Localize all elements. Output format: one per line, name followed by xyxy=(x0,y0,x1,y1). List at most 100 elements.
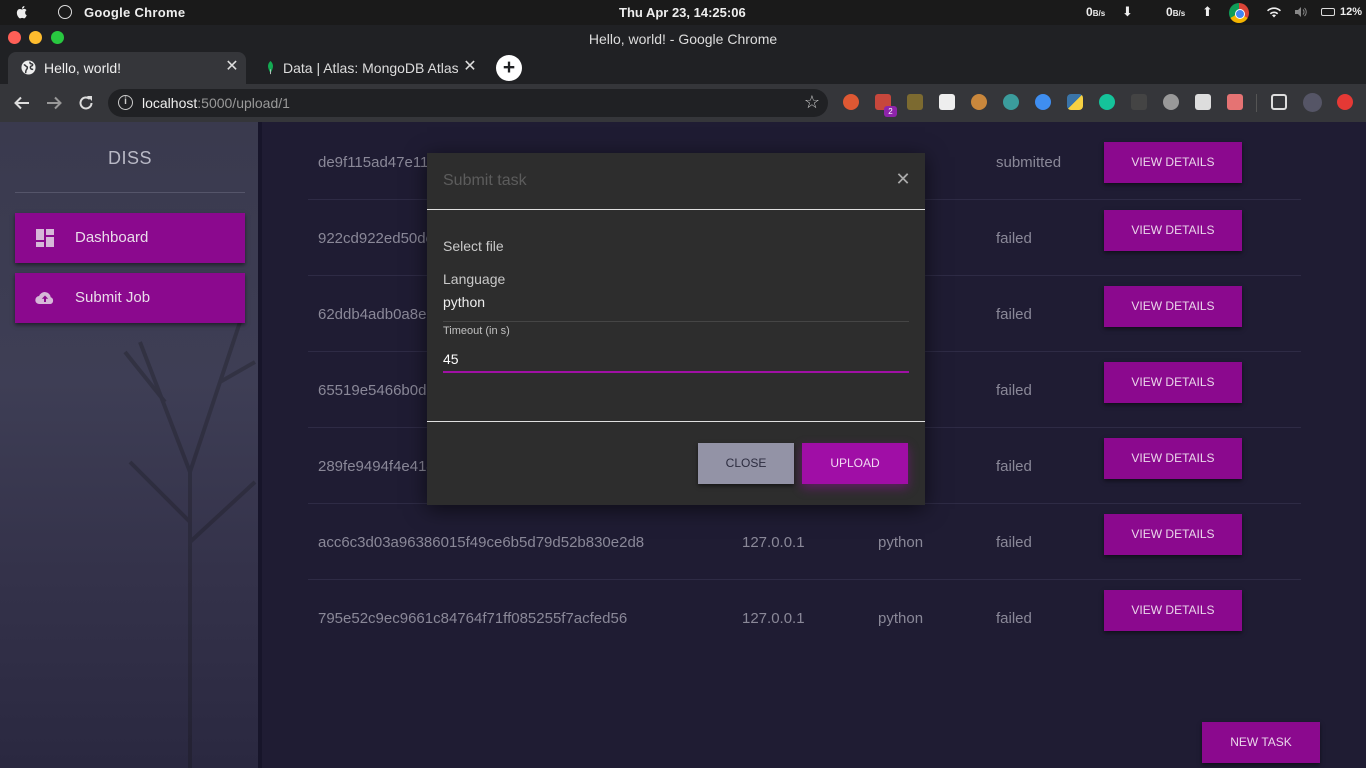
job-ip: 127.0.0.1 xyxy=(742,610,805,627)
tab-hello-world[interactable]: Hello, world! ✕ xyxy=(8,52,246,84)
sidebar-item-submit-job[interactable]: Submit Job xyxy=(15,273,245,323)
menubar-clock[interactable]: Thu Apr 23, 14:25:06 xyxy=(619,5,746,20)
cast-icon[interactable] xyxy=(1271,94,1287,110)
sidebar: DISS Dashboard Submit Job xyxy=(0,122,260,768)
modal-title: Submit task xyxy=(443,172,527,189)
job-status: failed xyxy=(996,610,1032,627)
view-details-button[interactable]: VIEW DETAILS xyxy=(1104,590,1242,631)
timeout-input[interactable] xyxy=(443,351,909,373)
tab-mongodb-atlas[interactable]: Data | Atlas: MongoDB Atlas ✕ xyxy=(250,52,484,84)
active-app-name[interactable]: Google Chrome xyxy=(84,5,185,20)
job-id: de9f115ad47e113 xyxy=(318,154,437,171)
dots-extension-icon[interactable] xyxy=(1163,94,1179,110)
reload-button[interactable] xyxy=(75,92,97,114)
view-details-button[interactable]: VIEW DETAILS xyxy=(1104,438,1242,479)
download-arrow-icon: ⬇ xyxy=(1122,4,1133,19)
language-label: Language xyxy=(443,271,506,287)
battery-percent: 12% xyxy=(1340,6,1363,18)
table-row: acc6c3d03a96386015f49ce6b5d79d52b830e2d8… xyxy=(308,504,1301,580)
job-id: 65519e5466b0da xyxy=(318,382,435,399)
net-down-rate: 0B/s xyxy=(1086,5,1106,19)
submit-task-modal: Submit task ✕ Select file Language pytho… xyxy=(427,153,925,505)
bookmark-star-icon[interactable]: ☆ xyxy=(804,92,820,113)
window-extension-icon[interactable] xyxy=(1195,94,1211,110)
table-row: 795e52c9ec9661c84764f71ff085255f7acfed56… xyxy=(308,580,1301,656)
paw-extension-icon[interactable] xyxy=(1131,94,1147,110)
job-status: failed xyxy=(996,534,1032,551)
grammarly-extension-icon[interactable] xyxy=(1099,94,1115,110)
cookie-extension-icon[interactable] xyxy=(971,94,987,110)
job-id: 289fe9494f4e414 xyxy=(318,458,435,475)
compass-extension-icon[interactable] xyxy=(1035,94,1051,110)
forward-button[interactable] xyxy=(43,92,65,114)
view-details-button[interactable]: VIEW DETAILS xyxy=(1104,286,1242,327)
tab-close-icon[interactable]: ✕ xyxy=(224,59,240,75)
timeout-label: Timeout (in s) xyxy=(443,325,510,337)
language-select[interactable]: python xyxy=(443,294,485,310)
chrome-menu-icon[interactable] xyxy=(58,5,72,19)
new-task-button[interactable]: NEW TASK xyxy=(1202,722,1320,763)
python-extension-icon[interactable] xyxy=(1067,94,1083,110)
toolbar-separator xyxy=(1256,94,1257,112)
tab-label: Hello, world! xyxy=(44,60,122,76)
apple-icon[interactable] xyxy=(14,4,30,20)
basket-extension-icon[interactable] xyxy=(907,94,923,110)
sidebar-item-label: Submit Job xyxy=(75,289,151,306)
brand-divider xyxy=(15,192,245,193)
extension-badge: 2 xyxy=(884,106,897,117)
site-info-icon[interactable]: i xyxy=(118,95,133,110)
new-tab-button[interactable]: + xyxy=(496,55,522,81)
sidebar-item-dashboard[interactable]: Dashboard xyxy=(15,213,245,263)
select-file-button[interactable]: Select file xyxy=(443,238,504,254)
arrow-right-icon xyxy=(47,96,62,110)
job-id: acc6c3d03a96386015f49ce6b5d79d52b830e2d8 xyxy=(318,534,645,551)
dashboard-icon xyxy=(36,229,54,247)
job-status: failed xyxy=(996,230,1032,247)
video-extension-icon[interactable] xyxy=(1227,94,1243,110)
battery-icon[interactable] xyxy=(1321,8,1335,16)
address-bar[interactable]: i localhost:5000/upload/1 ☆ xyxy=(108,89,828,117)
view-details-button[interactable]: VIEW DETAILS xyxy=(1104,362,1242,403)
job-ip: 127.0.0.1 xyxy=(742,534,805,551)
job-language: python xyxy=(878,610,924,627)
trash-extension-icon[interactable] xyxy=(939,94,955,110)
upload-arrow-icon: ⬆ xyxy=(1202,4,1213,19)
reload-icon xyxy=(79,96,93,110)
volume-icon[interactable] xyxy=(1294,6,1308,18)
arrow-left-icon xyxy=(14,96,29,110)
globe-icon xyxy=(21,60,36,75)
wifi-icon[interactable] xyxy=(1266,6,1282,18)
upload-button[interactable]: UPLOAD xyxy=(802,443,908,484)
close-button[interactable]: CLOSE xyxy=(698,443,794,484)
modal-header-divider xyxy=(427,209,925,210)
view-details-button[interactable]: VIEW DETAILS xyxy=(1104,210,1242,251)
mongodb-leaf-icon xyxy=(268,60,273,75)
url-text[interactable]: localhost:5000/upload/1 xyxy=(142,95,290,111)
sidebar-edge xyxy=(258,122,262,768)
window-title: Hello, world! - Google Chrome xyxy=(588,31,778,47)
job-id: 62ddb4adb0a8e8 xyxy=(318,306,435,323)
back-button[interactable] xyxy=(11,92,33,114)
cloud-upload-icon xyxy=(35,292,54,305)
tab-label: Data | Atlas: MongoDB Atlas xyxy=(283,60,458,76)
view-details-button[interactable]: VIEW DETAILS xyxy=(1104,514,1242,555)
view-details-button[interactable]: VIEW DETAILS xyxy=(1104,142,1242,183)
tab-close-icon[interactable]: ✕ xyxy=(462,59,478,75)
update-icon[interactable] xyxy=(1337,94,1353,110)
job-id: 922cd922ed50de xyxy=(318,230,434,247)
sidebar-item-label: Dashboard xyxy=(75,229,149,246)
net-up-rate: 0B/s xyxy=(1166,5,1186,19)
job-status: failed xyxy=(996,382,1032,399)
chrome-status-icon[interactable] xyxy=(1229,3,1249,23)
brand-title[interactable]: DISS xyxy=(0,148,260,169)
job-status: submitted xyxy=(996,154,1062,171)
modal-close-icon[interactable]: ✕ xyxy=(895,170,911,188)
modal-footer-divider xyxy=(427,421,925,422)
macos-menubar: Google Chrome Thu Apr 23, 14:25:06 0B/s … xyxy=(0,0,1366,25)
job-language: python xyxy=(878,534,924,551)
avatar[interactable] xyxy=(1303,93,1322,112)
duckduckgo-extension-icon[interactable] xyxy=(843,94,859,110)
recycle-extension-icon[interactable] xyxy=(1003,94,1019,110)
language-underline xyxy=(443,321,909,322)
job-status: failed xyxy=(996,306,1032,323)
